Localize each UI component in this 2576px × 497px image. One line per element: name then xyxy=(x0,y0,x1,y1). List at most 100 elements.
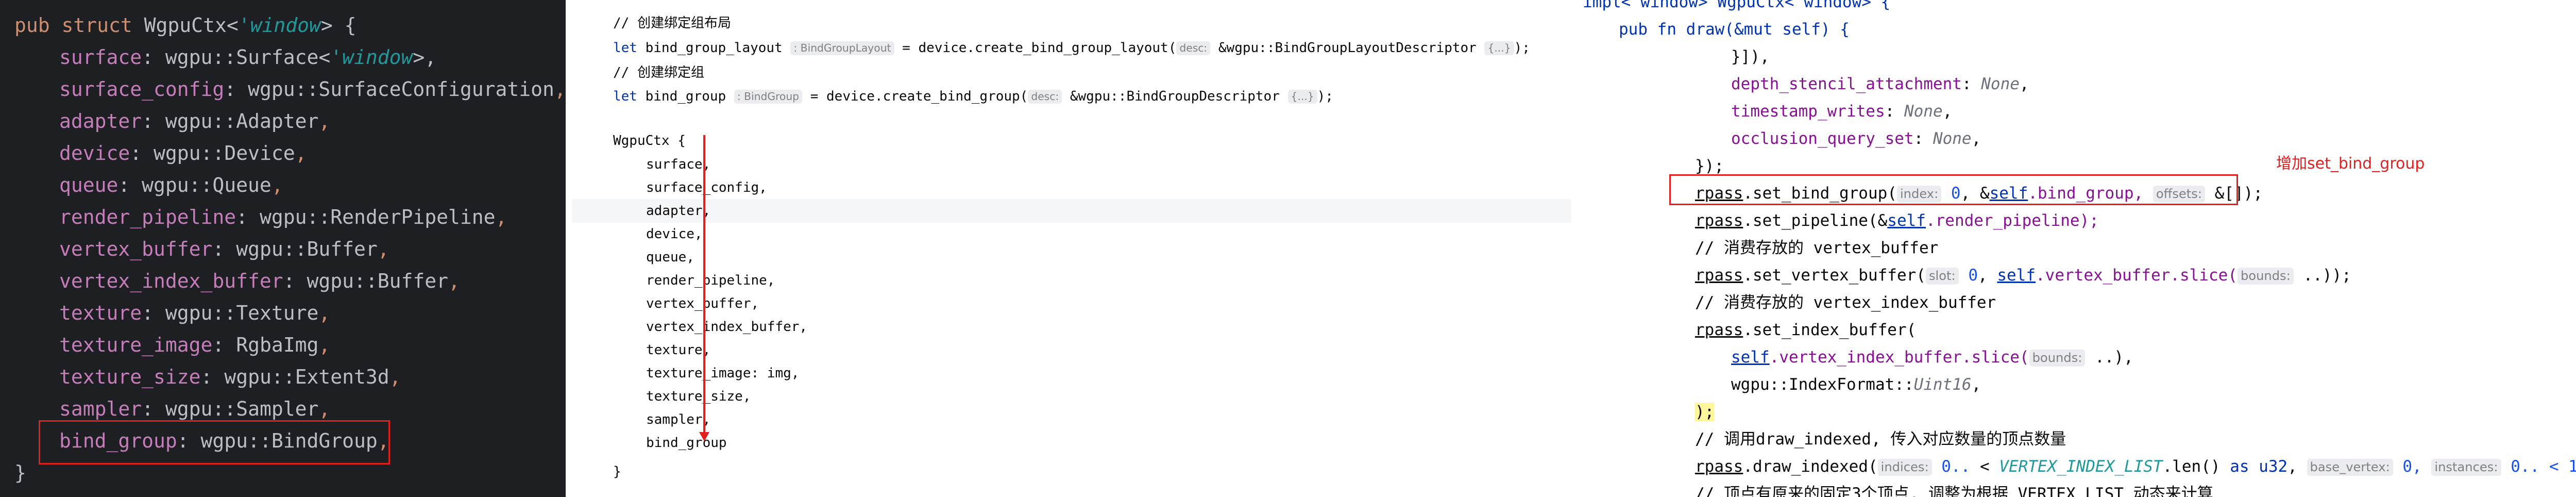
call: .draw_indexed( xyxy=(1743,457,1878,476)
code-comment: // 消费存放的 vertex_buffer xyxy=(1695,239,1939,257)
punct: , xyxy=(295,142,307,164)
keyword: pub struct xyxy=(14,14,144,37)
code-comment: // 创建绑定组布局 xyxy=(613,15,731,31)
fold-marker[interactable]: {...} xyxy=(1484,41,1514,56)
bind-group-creation-panel: // 创建绑定组布局 let bind_group_layout : BindG… xyxy=(572,0,1571,497)
fold-marker[interactable]: {...} xyxy=(1287,89,1317,104)
call: = device.create_bind_group_layout( xyxy=(894,40,1177,56)
number: 0 xyxy=(1968,266,1978,285)
value: None xyxy=(1981,75,2020,93)
field-access: .render_pipeline); xyxy=(1925,211,2099,230)
struct-field: texture, xyxy=(646,342,711,358)
brace: } xyxy=(14,461,26,484)
field-type: wgpu::Sampler xyxy=(165,397,319,420)
type-hint: : BindGroup xyxy=(734,89,803,104)
code-line: queue: wgpu::Queue, xyxy=(59,174,283,196)
punct: ); xyxy=(1317,89,1333,104)
call: .set_vertex_buffer( xyxy=(1743,266,1926,285)
argument: &wgpu::BindGroupDescriptor xyxy=(1070,89,1288,104)
struct-name: WgpuCtx xyxy=(144,14,227,37)
struct-field: bind_group xyxy=(646,435,727,451)
field-name: texture_image xyxy=(59,334,213,356)
variable: rpass xyxy=(1695,211,1743,230)
punct: , xyxy=(554,78,566,101)
code-line: surface: wgpu::Surface<'window>, xyxy=(59,46,437,69)
arrow-head-icon xyxy=(699,432,709,441)
field-name: adapter xyxy=(59,110,142,132)
field-type: wgpu::Buffer xyxy=(236,238,378,260)
field-name: surface_config xyxy=(59,78,225,101)
param-hint: bounds: xyxy=(2029,350,2086,367)
code-line: texture: wgpu::Texture, xyxy=(59,302,331,324)
field-name: occlusion_query_set xyxy=(1731,129,1914,148)
code-line: let bind_group_layout : BindGroupLayout … xyxy=(613,40,1530,56)
variable: bind_group_layout xyxy=(645,40,783,56)
punct: ..)); xyxy=(2293,266,2351,285)
code-line: render_pipeline: wgpu::RenderPipeline, xyxy=(59,206,507,228)
type-hint: : BindGroupLayout xyxy=(790,41,894,56)
value: None xyxy=(1933,129,1972,148)
param-hint: desc: xyxy=(1176,41,1211,56)
code-line: }]), xyxy=(1731,47,1770,66)
struct-field: texture_image: img, xyxy=(646,366,800,381)
code-line: depth_stencil_attachment: None, xyxy=(1731,75,2029,93)
struct-definition-panel: pub struct WgpuCtx<'window> { surface: w… xyxy=(0,0,566,497)
code-line: self.vertex_index_buffer.slice(bounds: .… xyxy=(1731,344,2576,371)
param-hint: instances: xyxy=(2431,459,2501,476)
field-type: wgpu::Buffer xyxy=(307,270,448,292)
field-name: vertex_buffer xyxy=(59,238,213,260)
field-type: wgpu::Queue xyxy=(142,174,272,196)
highlight-box xyxy=(39,420,390,465)
code-line: texture_image: RgbaImg, xyxy=(59,334,331,356)
code-line: vertex_buffer: wgpu::Buffer, xyxy=(59,238,389,260)
value: None xyxy=(1904,102,1943,121)
self-keyword: self xyxy=(1997,266,2036,285)
lifetime: 'window xyxy=(330,46,413,69)
code-line: ); xyxy=(1695,399,2576,426)
code-line: occlusion_query_set: None, xyxy=(1731,129,1981,148)
field-name: texture xyxy=(59,302,142,324)
punct: , xyxy=(495,206,507,228)
code-comment: // 创建绑定组 xyxy=(613,65,704,80)
self-keyword: self xyxy=(1887,211,1926,230)
self-keyword: self xyxy=(1731,348,1770,367)
code-line: device: wgpu::Device, xyxy=(59,142,307,164)
code-line: rpass.draw_indexed(indices: 0.. < VERTEX… xyxy=(1695,457,2576,476)
struct-field: vertex_buffer, xyxy=(646,296,759,311)
param-hint: slot: xyxy=(1925,268,1959,285)
call: = device.create_bind_group( xyxy=(802,89,1028,104)
call: .set_pipeline(& xyxy=(1743,211,1888,230)
code-line: let bind_group : BindGroup = device.crea… xyxy=(613,89,1333,104)
struct-field: surface, xyxy=(646,157,711,172)
punct: , xyxy=(271,174,283,196)
struct-init-close: } xyxy=(613,464,621,479)
field-access: .vertex_buffer.slice( xyxy=(2036,266,2238,285)
struct-field: queue, xyxy=(646,250,694,265)
struct-field: sampler, xyxy=(646,412,711,427)
impl-header: impl<'window> WgpuCtx<'window> { xyxy=(1583,0,1891,11)
code-line: timestamp_writes: None, xyxy=(1731,102,1953,121)
punct: , xyxy=(318,302,331,324)
field-name: depth_stencil_attachment xyxy=(1731,75,1962,93)
code-line: rpass.set_index_buffer( xyxy=(1695,317,2576,344)
code-line: impl<'window> WgpuCtx<'window> { xyxy=(1583,0,2576,16)
param-hint: base_vertex: xyxy=(2307,459,2393,476)
highlight-box xyxy=(1669,174,2238,205)
code-line: vertex_index_buffer: wgpu::Buffer, xyxy=(59,270,460,292)
punct: , xyxy=(318,397,331,420)
struct-field: surface_config, xyxy=(646,180,767,195)
field-type: wgpu::Adapter xyxy=(165,110,319,132)
variable: rpass xyxy=(1695,457,1743,476)
code-line: pub fn draw(&mut self) { xyxy=(1619,16,2576,43)
punct: < xyxy=(226,14,239,37)
lifetime: 'window xyxy=(238,14,321,37)
field-type: wgpu::Surface< xyxy=(165,46,331,69)
field-name: surface xyxy=(59,46,142,69)
argument: &wgpu::BindGroupLayoutDescriptor xyxy=(1218,40,1485,56)
constant: VERTEX_INDEX_LIST xyxy=(1999,457,2163,476)
punct: ..), xyxy=(2085,348,2133,367)
field-type: RgbaImg xyxy=(236,334,319,356)
code-comment: // 消费存放的 vertex_index_buffer xyxy=(1695,293,1996,312)
field-name: timestamp_writes xyxy=(1731,102,1885,121)
variable: bind_group xyxy=(645,89,726,104)
